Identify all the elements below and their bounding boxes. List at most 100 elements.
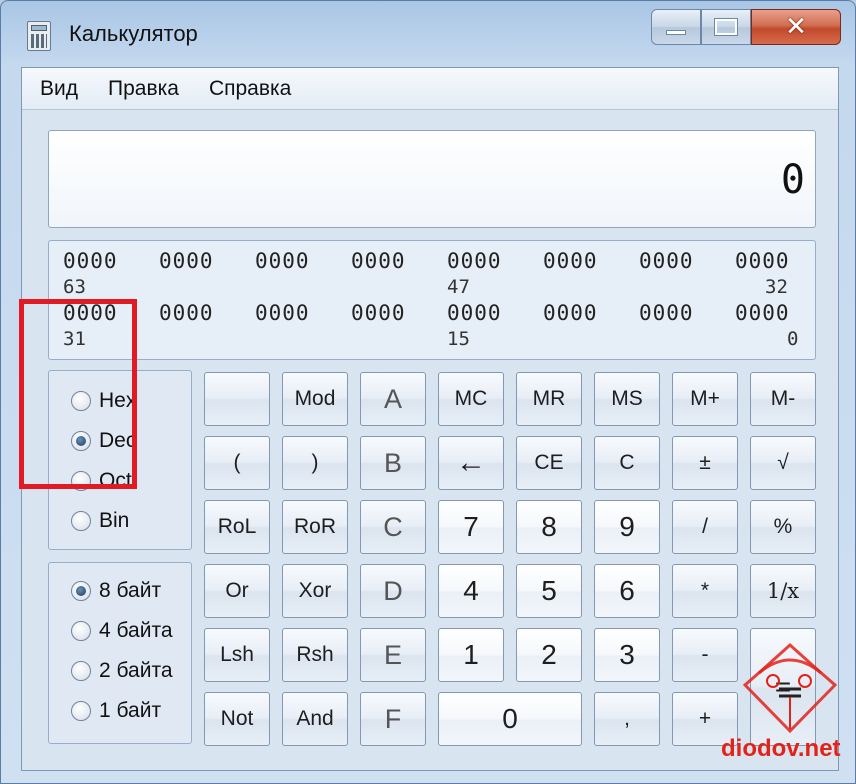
key-plus-minus[interactable]: ± xyxy=(672,436,738,490)
menu-help[interactable]: Справка xyxy=(209,77,291,101)
bit-nibble: 0000 xyxy=(543,249,598,273)
radio-button[interactable] xyxy=(71,391,91,411)
key-mc[interactable]: MC xyxy=(438,372,504,426)
key-decimal[interactable]: , xyxy=(594,692,660,746)
key-hex-e[interactable]: E xyxy=(360,628,426,682)
key-multiply[interactable]: * xyxy=(672,564,738,618)
radio-label: 2 байта xyxy=(99,659,173,682)
close-icon: ✕ xyxy=(785,12,807,42)
bit-nibble: 0000 xyxy=(159,301,214,325)
key-9[interactable]: 9 xyxy=(594,500,660,554)
radio-button[interactable] xyxy=(71,511,91,531)
bit-position-label: 32 xyxy=(765,276,788,298)
radio-label: Dec xyxy=(99,429,137,452)
bit-nibble: 0000 xyxy=(447,249,502,273)
key-xor[interactable]: Xor xyxy=(282,564,348,618)
menu-view[interactable]: Вид xyxy=(40,77,78,101)
key-0[interactable]: 0 xyxy=(438,692,582,746)
result-display: 0 xyxy=(48,130,816,228)
key-divide[interactable]: / xyxy=(672,500,738,554)
bit-nibble: 0000 xyxy=(639,301,694,325)
key-m-plus[interactable]: M+ xyxy=(672,372,738,426)
key-hex-b[interactable]: B xyxy=(360,436,426,490)
key-not[interactable]: Not xyxy=(204,692,270,746)
watermark-text: diodov.net xyxy=(721,735,841,762)
key-1[interactable]: 1 xyxy=(438,628,504,682)
key-subtract[interactable]: - xyxy=(672,628,738,682)
bit-position-label: 0 xyxy=(787,328,799,350)
radio-button[interactable] xyxy=(71,471,91,491)
radio-bin[interactable]: Bin xyxy=(71,509,129,533)
radio-1-byte[interactable]: 1 байт xyxy=(71,699,161,723)
menu-edit[interactable]: Правка xyxy=(108,77,179,101)
calculator-app-icon[interactable] xyxy=(27,21,51,51)
key-mod[interactable]: Mod xyxy=(282,372,348,426)
key-hex-c[interactable]: C xyxy=(360,500,426,554)
radio-label: 8 байт xyxy=(99,579,162,602)
radio-button[interactable] xyxy=(71,431,91,451)
key-open-paren[interactable]: ( xyxy=(204,436,270,490)
key-rsh[interactable]: Rsh xyxy=(282,628,348,682)
bit-position-label: 15 xyxy=(447,328,470,350)
radio-2-bytes[interactable]: 2 байта xyxy=(71,659,173,683)
maximize-button[interactable] xyxy=(701,9,751,45)
bit-nibble: 0000 xyxy=(543,301,598,325)
bit-nibble: 0000 xyxy=(351,301,406,325)
key-7[interactable]: 7 xyxy=(438,500,504,554)
key-ror[interactable]: RoR xyxy=(282,500,348,554)
window-controls: ✕ xyxy=(651,9,841,47)
bit-nibble: 0000 xyxy=(351,249,406,273)
key-5[interactable]: 5 xyxy=(516,564,582,618)
key-reciprocal[interactable]: 1/x xyxy=(750,564,816,618)
key-mr[interactable]: MR xyxy=(516,372,582,426)
radio-label: Oct xyxy=(99,469,132,492)
calculator-window: Калькулятор ✕ Вид Правка Справка 0 0000 … xyxy=(0,0,856,784)
bit-nibble: 0000 xyxy=(63,249,118,273)
key-clear[interactable]: C xyxy=(594,436,660,490)
key-ce[interactable]: CE xyxy=(516,436,582,490)
key-m-minus[interactable]: M- xyxy=(750,372,816,426)
bit-nibble: 0000 xyxy=(735,301,790,325)
bit-nibble: 0000 xyxy=(159,249,214,273)
radio-button[interactable] xyxy=(71,701,91,721)
bit-nibble: 0000 xyxy=(63,301,118,325)
key-and[interactable]: And xyxy=(282,692,348,746)
radio-button[interactable] xyxy=(71,581,91,601)
radio-hex[interactable]: Hex xyxy=(71,389,136,413)
key-hex-d[interactable]: D xyxy=(360,564,426,618)
key-rol[interactable]: RoL xyxy=(204,500,270,554)
key-percent[interactable]: % xyxy=(750,500,816,554)
radio-8-bytes[interactable]: 8 байт xyxy=(71,579,161,603)
key-3[interactable]: 3 xyxy=(594,628,660,682)
radio-dec[interactable]: Dec xyxy=(71,429,136,453)
bit-nibble: 0000 xyxy=(735,249,790,273)
key-close-paren[interactable]: ) xyxy=(282,436,348,490)
key-4[interactable]: 4 xyxy=(438,564,504,618)
key-hex-a[interactable]: A xyxy=(360,372,426,426)
key-8[interactable]: 8 xyxy=(516,500,582,554)
radio-4-bytes[interactable]: 4 байта xyxy=(71,619,173,643)
number-base-group: Hex Dec Oct Bin xyxy=(48,370,192,550)
key-blank[interactable] xyxy=(204,372,270,426)
key-backspace[interactable]: ← xyxy=(438,436,504,490)
radio-button[interactable] xyxy=(71,621,91,641)
key-ms[interactable]: MS xyxy=(594,372,660,426)
key-lsh[interactable]: Lsh xyxy=(204,628,270,682)
title-bar[interactable]: Калькулятор ✕ xyxy=(1,1,855,67)
key-or[interactable]: Or xyxy=(204,564,270,618)
bit-nibble: 0000 xyxy=(255,249,310,273)
radio-label: Hex xyxy=(99,389,137,412)
minimize-button[interactable] xyxy=(651,9,701,45)
bit-nibble: 0000 xyxy=(447,301,502,325)
close-button[interactable]: ✕ xyxy=(751,9,841,45)
radio-label: 1 байт xyxy=(99,699,162,722)
radio-oct[interactable]: Oct xyxy=(71,469,132,493)
key-2[interactable]: 2 xyxy=(516,628,582,682)
radio-button[interactable] xyxy=(71,661,91,681)
watermark-logo xyxy=(742,642,838,733)
key-sqrt[interactable]: √ xyxy=(750,436,816,490)
key-6[interactable]: 6 xyxy=(594,564,660,618)
window-title: Калькулятор xyxy=(69,21,198,46)
radio-label: 4 байта xyxy=(99,619,173,642)
key-hex-f[interactable]: F xyxy=(360,692,426,746)
